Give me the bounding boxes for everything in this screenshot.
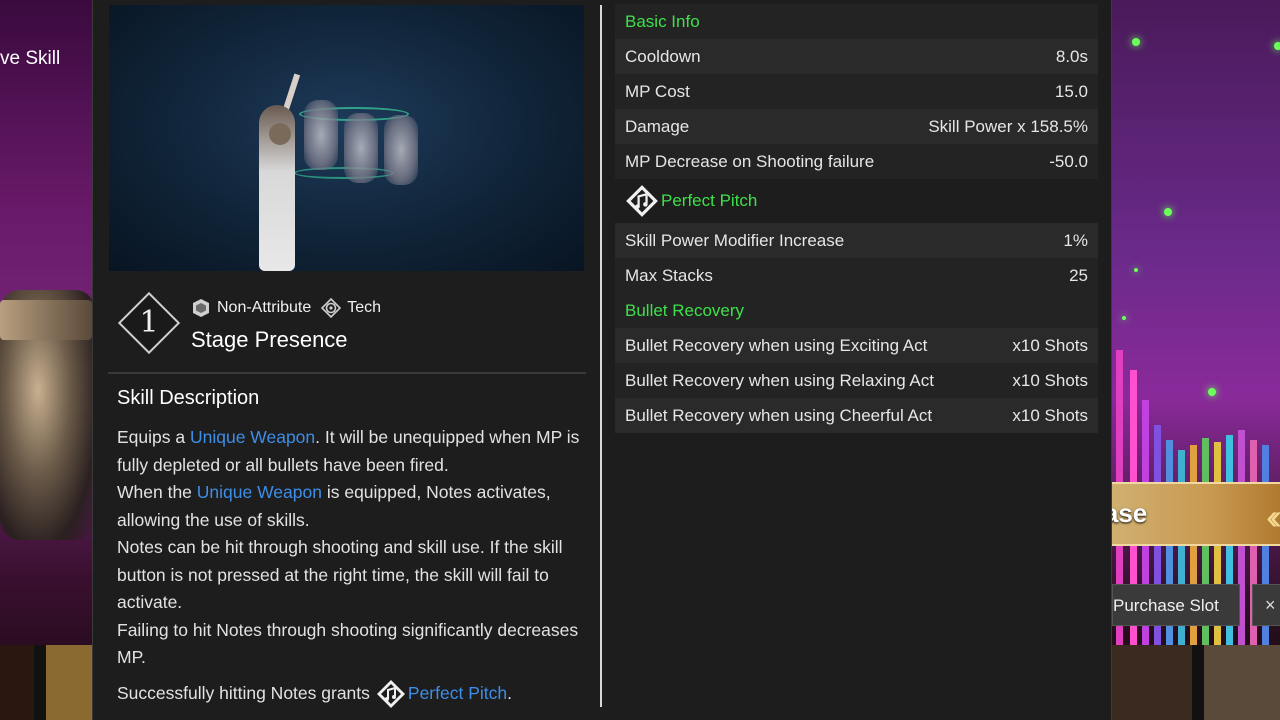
- skill-level: 1: [139, 305, 159, 340]
- description-paragraph: Equips a Unique Weapon. It will be unequ…: [117, 424, 587, 479]
- description-text: When the: [117, 482, 197, 502]
- stat-row-mp-cost: MP Cost 15.0: [615, 74, 1098, 109]
- stat-row-exciting-act: Bullet Recovery when using Exciting Act …: [615, 328, 1098, 363]
- stat-value: x10 Shots: [1012, 405, 1088, 425]
- unique-weapon-link[interactable]: Unique Weapon: [190, 427, 315, 447]
- skill-description-title: Skill Description: [117, 387, 260, 409]
- stat-label: Skill Power Modifier Increase: [625, 230, 845, 250]
- preview-character-head: [269, 123, 291, 145]
- stat-row-relaxing-act: Bullet Recovery when using Relaxing Act …: [615, 363, 1098, 398]
- skill-tags: Non-Attribute Tech: [191, 298, 381, 318]
- tag-label: Non-Attribute: [217, 299, 312, 316]
- section-title: Bullet Recovery: [625, 300, 745, 320]
- purchase-banner-label: hase: [1112, 498, 1148, 528]
- stat-row-skill-power-modifier: Skill Power Modifier Increase 1%: [615, 223, 1098, 258]
- background-thumbnails: [1112, 645, 1280, 720]
- stat-value: -50.0: [1049, 151, 1088, 171]
- stat-value: Skill Power x 158.5%: [928, 116, 1088, 136]
- sparkle: [1132, 38, 1140, 46]
- section-perfect-pitch: Perfect Pitch: [615, 179, 1098, 223]
- description-paragraph: When the Unique Weapon is equipped, Note…: [117, 479, 587, 534]
- non-attribute-icon: [193, 299, 209, 317]
- tag-non-attribute: Non-Attribute: [191, 298, 311, 318]
- chevron-left-icon: ‹‹: [1266, 496, 1280, 537]
- purchase-slot-button[interactable]: Purchase Slot: [1112, 584, 1240, 626]
- stat-row-max-stacks: Max Stacks 25: [615, 258, 1098, 293]
- background-left: ve Skill: [0, 0, 100, 720]
- background-thumbnails: [0, 645, 92, 720]
- section-title: Perfect Pitch: [661, 191, 758, 210]
- description-text: .: [507, 682, 512, 703]
- skill-description: Equips a Unique Weapon. It will be unequ…: [117, 424, 587, 709]
- perfect-pitch-icon: [376, 679, 405, 708]
- tag-label: Tech: [347, 299, 382, 316]
- stat-value: x10 Shots: [1012, 370, 1088, 390]
- background-skill-label: ve Skill: [0, 48, 61, 69]
- stat-value: 15.0: [1054, 81, 1088, 101]
- section-bullet-recovery: Bullet Recovery: [615, 293, 1098, 328]
- weapon-barrel-image: [0, 300, 92, 340]
- stat-label: MP Decrease on Shooting failure: [625, 151, 875, 171]
- stat-row-damage: Damage Skill Power x 158.5%: [615, 109, 1098, 144]
- section-title: Basic Info: [625, 11, 700, 31]
- skill-name: Stage Presence: [191, 327, 348, 352]
- sparkle: [1122, 316, 1126, 320]
- description-text: Equips a: [117, 427, 190, 447]
- stat-label: Bullet Recovery when using Cheerful Act: [625, 405, 933, 425]
- perfect-pitch-icon: [626, 185, 658, 217]
- unique-weapon-link[interactable]: Unique Weapon: [197, 482, 322, 502]
- description-paragraph: Notes can be hit through shooting and sk…: [117, 537, 563, 612]
- stat-row-mp-decrease: MP Decrease on Shooting failure -50.0: [615, 144, 1098, 179]
- stat-label: Damage: [625, 116, 690, 136]
- divider: [600, 5, 602, 707]
- stat-label: Cooldown: [625, 46, 701, 66]
- stat-value: 1%: [1063, 230, 1088, 250]
- tag-tech: Tech: [321, 298, 381, 318]
- stat-label: Max Stacks: [625, 265, 713, 285]
- perfect-pitch-link[interactable]: Perfect Pitch: [408, 680, 507, 708]
- purchase-banner[interactable]: hase ‹‹: [1112, 482, 1280, 546]
- stat-value: 25: [1069, 265, 1088, 285]
- preview-afterimage: [304, 100, 338, 170]
- sparkle: [1274, 42, 1280, 50]
- description-text: Successfully hitting Notes grants: [117, 682, 370, 703]
- skill-preview-video: [109, 5, 584, 271]
- sparkle: [1208, 388, 1216, 396]
- description-paragraph: Failing to hit Notes through shooting si…: [117, 619, 579, 668]
- description-paragraph: Successfully hitting Notes grants Perfec…: [117, 679, 587, 709]
- skill-detail-panel: 1 Non-Attribute Tech Stage Presence Skil…: [92, 0, 1112, 720]
- skill-stats-table: Basic Info Cooldown 8.0s MP Cost 15.0 Da…: [615, 4, 1098, 433]
- background-right: hase ‹‹ Purchase Slot ×: [1112, 0, 1280, 720]
- preview-afterimage: [344, 113, 378, 183]
- divider: [108, 372, 586, 374]
- stat-label: Bullet Recovery when using Exciting Act: [625, 335, 928, 355]
- stat-row-cheerful-act: Bullet Recovery when using Cheerful Act …: [615, 398, 1098, 433]
- preview-afterimage: [384, 115, 418, 185]
- sparkle: [1164, 208, 1172, 216]
- section-basic-info: Basic Info: [615, 4, 1098, 39]
- close-icon[interactable]: ×: [1252, 584, 1280, 626]
- stat-value: 8.0s: [1055, 46, 1088, 66]
- stat-label: Bullet Recovery when using Relaxing Act: [625, 370, 934, 390]
- stat-row-cooldown: Cooldown 8.0s: [615, 39, 1098, 74]
- stat-label: MP Cost: [625, 81, 690, 101]
- stat-value: x10 Shots: [1012, 335, 1088, 355]
- tech-icon: [321, 298, 342, 318]
- sparkle: [1134, 268, 1138, 272]
